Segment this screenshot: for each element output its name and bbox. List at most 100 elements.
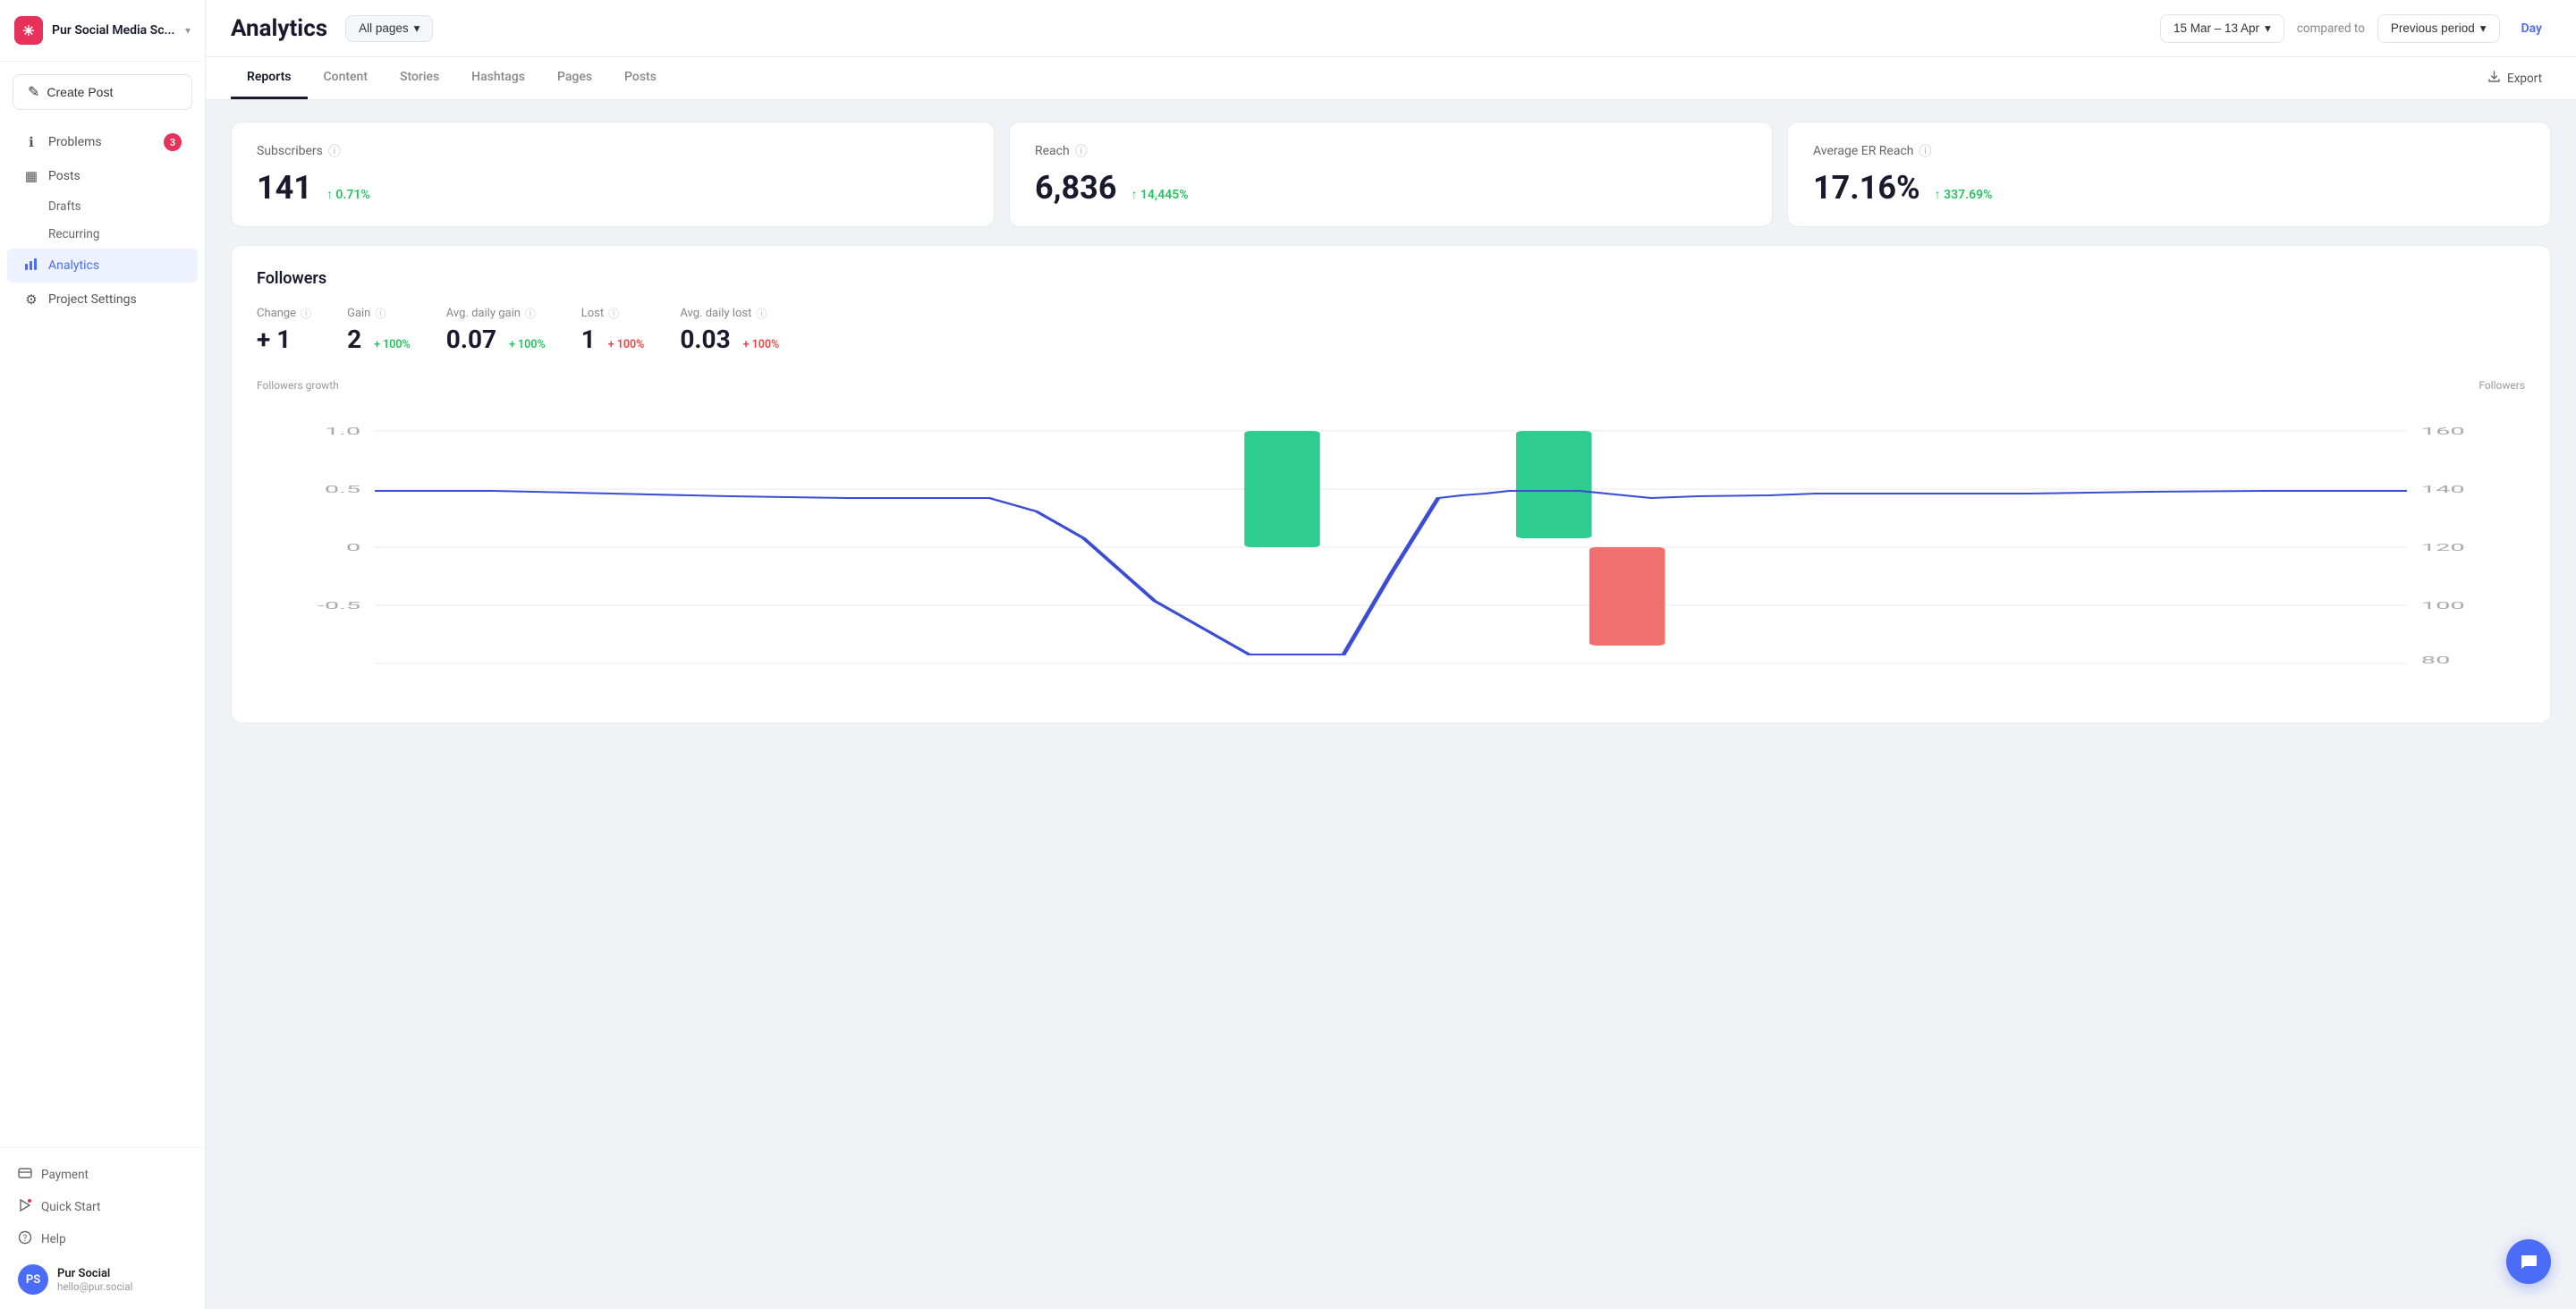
user-email: hello@pur.social — [57, 1280, 187, 1293]
chart-bar-gain-1 — [1244, 431, 1320, 547]
sidebar-item-label: Drafts — [48, 199, 81, 214]
tab-content[interactable]: Content — [308, 57, 385, 99]
svg-text:0: 0 — [346, 542, 360, 553]
svg-text:1.0: 1.0 — [325, 426, 360, 437]
chat-bubble-button[interactable] — [2506, 1239, 2551, 1284]
all-pages-label: All pages — [359, 21, 409, 35]
create-post-button[interactable]: ✎ Create Post — [13, 74, 192, 110]
stat-change: Change ⓘ + 1 — [257, 306, 311, 354]
svg-text:80: 80 — [2421, 654, 2451, 666]
sidebar-item-label: Recurring — [48, 227, 99, 241]
chat-icon — [2519, 1252, 2538, 1271]
metric-value-row: 6,836 ↑ 14,445% — [1035, 169, 1747, 207]
sidebar-item-label: Project Settings — [48, 292, 137, 307]
user-row: PS Pur Social hello@pur.social — [13, 1255, 192, 1298]
help-icon: ? — [18, 1230, 32, 1248]
svg-text:100: 100 — [2421, 600, 2465, 612]
problems-badge: 3 — [164, 133, 182, 151]
payment-icon — [18, 1166, 32, 1184]
tab-reports[interactable]: Reports — [231, 57, 308, 99]
user-name: Pur Social — [57, 1267, 187, 1280]
chart-left-label: Followers growth — [257, 379, 339, 392]
export-label: Export — [2507, 72, 2542, 86]
sidebar-item-project-settings[interactable]: ⚙ Project Settings — [7, 283, 198, 316]
metric-value-row: 141 ↑ 0.71% — [257, 169, 969, 207]
day-button[interactable]: Day — [2512, 16, 2552, 41]
metric-card-avg-er-reach: Average ER Reach ⓘ 17.16% ↑ 337.69% — [1787, 122, 2551, 227]
stat-change-pct: + 100% — [374, 338, 411, 351]
top-bar: Analytics All pages ▾ 15 Mar – 13 Apr ▾ … — [206, 0, 2576, 57]
stat-change-pct: + 100% — [509, 338, 546, 351]
metric-change: ↑ 0.71% — [326, 188, 370, 202]
help-icon: ⓘ — [301, 306, 311, 321]
tab-posts[interactable]: Posts — [608, 57, 673, 99]
tab-pages[interactable]: Pages — [541, 57, 608, 99]
stat-value: 1 — [581, 325, 596, 354]
stat-value: + 1 — [257, 325, 291, 354]
sidebar: ✳ Pur Social Media Sc... ▾ ✎ Create Post… — [0, 0, 206, 1309]
metric-value: 141 — [257, 169, 312, 207]
tab-stories[interactable]: Stories — [384, 57, 455, 99]
help-icon: ⓘ — [328, 142, 341, 160]
sidebar-item-label: Posts — [48, 169, 80, 183]
analytics-icon — [23, 257, 39, 274]
svg-text:0.5: 0.5 — [325, 484, 360, 495]
export-button[interactable]: Export — [2479, 64, 2551, 92]
metric-value: 6,836 — [1035, 169, 1116, 207]
sidebar-item-label: Analytics — [48, 258, 99, 273]
main-content: Analytics All pages ▾ 15 Mar – 13 Apr ▾ … — [206, 0, 2576, 1309]
sidebar-footer: Payment Quick Start ? Help PS — [0, 1147, 205, 1309]
page-title: Analytics — [231, 15, 327, 42]
svg-text:-0.5: -0.5 — [318, 600, 360, 612]
sidebar-header: ✳ Pur Social Media Sc... ▾ — [0, 0, 205, 62]
metric-label: Average ER Reach ⓘ — [1813, 142, 2525, 160]
sidebar-item-payment[interactable]: Payment — [13, 1159, 192, 1191]
sidebar-item-analytics[interactable]: Analytics — [7, 249, 198, 283]
footer-item-label: Help — [41, 1232, 66, 1246]
stat-avg-daily-gain: Avg. daily gain ⓘ 0.07 + 100% — [446, 306, 546, 354]
help-icon: ⓘ — [756, 306, 767, 321]
metric-value-row: 17.16% ↑ 337.69% — [1813, 169, 2525, 207]
svg-text:120: 120 — [2421, 542, 2465, 553]
app-chevron-icon: ▾ — [185, 24, 191, 37]
footer-item-label: Payment — [41, 1168, 89, 1182]
all-pages-button[interactable]: All pages ▾ — [345, 15, 433, 42]
date-range-button[interactable]: 15 Mar – 13 Apr ▾ — [2160, 14, 2284, 43]
help-icon: ⓘ — [608, 306, 619, 321]
previous-period-button[interactable]: Previous period ▾ — [2377, 14, 2500, 43]
sidebar-item-recurring[interactable]: Recurring — [7, 221, 198, 248]
sidebar-item-quick-start[interactable]: Quick Start — [13, 1191, 192, 1223]
metric-change: ↑ 337.69% — [1935, 188, 1993, 202]
settings-icon: ⚙ — [23, 291, 39, 308]
sidebar-item-drafts[interactable]: Drafts — [7, 193, 198, 220]
stat-lost: Lost ⓘ 1 + 100% — [581, 306, 645, 354]
metrics-row: Subscribers ⓘ 141 ↑ 0.71% Reach ⓘ 6,836 … — [231, 122, 2551, 227]
metric-label: Subscribers ⓘ — [257, 142, 969, 160]
sidebar-item-problems[interactable]: ℹ Problems 3 — [7, 125, 198, 159]
date-range-label: 15 Mar – 13 Apr — [2174, 21, 2259, 35]
app-name: Pur Social Media Sc... — [52, 23, 174, 38]
stat-avg-daily-lost: Avg. daily lost ⓘ 0.03 + 100% — [680, 306, 779, 354]
metric-label: Reach ⓘ — [1035, 142, 1747, 160]
sidebar-item-help[interactable]: ? Help — [13, 1223, 192, 1255]
section-title: Followers — [257, 269, 2525, 288]
previous-period-label: Previous period — [2391, 21, 2475, 35]
sidebar-item-posts[interactable]: ▦ Posts — [7, 160, 198, 192]
followers-chart-container: Followers growth Followers 1.0 0.5 — [257, 379, 2525, 699]
svg-text:140: 140 — [2421, 484, 2465, 495]
followers-chart: 1.0 0.5 0 -0.5 160 140 120 100 80 — [257, 395, 2525, 699]
sidebar-item-label: Problems — [48, 135, 102, 149]
stat-change-pct: + 100% — [743, 338, 780, 351]
stat-value: 2 — [347, 325, 361, 354]
metric-change: ↑ 14,445% — [1131, 188, 1188, 202]
period-chevron-icon: ▾ — [2480, 21, 2487, 36]
metric-value: 17.16% — [1813, 169, 1920, 207]
tabs: Reports Content Stories Hashtags Pages P… — [231, 57, 673, 99]
footer-item-label: Quick Start — [41, 1200, 100, 1214]
help-icon: ⓘ — [525, 306, 536, 321]
chart-bar-gain-2 — [1516, 431, 1592, 538]
calendar-chevron-icon: ▾ — [2265, 21, 2271, 36]
tab-hashtags[interactable]: Hashtags — [455, 57, 541, 99]
user-info: Pur Social hello@pur.social — [57, 1267, 187, 1293]
svg-text:?: ? — [23, 1234, 28, 1244]
